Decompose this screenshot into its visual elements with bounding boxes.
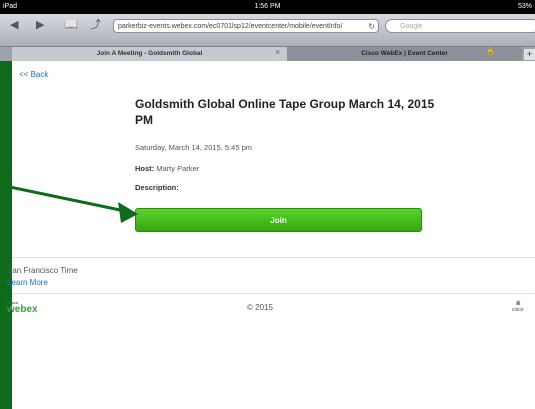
- timezone-text: San Francisco Time: [7, 266, 78, 275]
- host-line: Host: Marty Parker: [135, 164, 199, 173]
- webex-brand: webex: [7, 304, 38, 315]
- browser-toolbar: ◀ ▶ 📖 ⤴ parkerbiz-events.webex.com/ec070…: [0, 14, 535, 47]
- add-tab-icon[interactable]: +: [524, 49, 535, 60]
- url-text: parkerbiz-events.webex.com/ec0701lsp12/e…: [118, 23, 343, 30]
- webex-logo: Cisco webex: [7, 301, 38, 315]
- bookmarks-icon[interactable]: 📖: [64, 20, 78, 31]
- tab-label: Cisco WebEx | Event Center: [361, 50, 448, 57]
- cisco-brand: cisco: [512, 307, 524, 313]
- divider: [12, 257, 535, 258]
- event-date: Saturday, March 14, 2015, 5:45 pm: [135, 143, 253, 152]
- divider: [12, 293, 535, 294]
- host-name: Marty Parker: [156, 164, 200, 173]
- search-input[interactable]: Google: [385, 19, 535, 33]
- reload-icon[interactable]: ↻: [368, 20, 375, 32]
- tab-bar: Join A Meeting - Goldsmith Global × Cisc…: [0, 47, 535, 61]
- back-arrow-icon[interactable]: ◀: [10, 20, 18, 31]
- share-icon[interactable]: ⤴: [90, 20, 101, 31]
- copyright: © 2015: [247, 303, 273, 312]
- back-link[interactable]: << Back: [19, 70, 48, 79]
- join-button[interactable]: Join: [135, 208, 422, 232]
- event-title: Goldsmith Global Online Tape Group March…: [135, 97, 435, 127]
- tab-join-meeting[interactable]: Join A Meeting - Goldsmith Global: [12, 47, 287, 61]
- status-time: 1:56 PM: [254, 3, 281, 10]
- forward-arrow-icon[interactable]: ▶: [36, 20, 44, 31]
- left-border: [0, 61, 12, 409]
- ipad-screen: iPad 1:56 PM 53% ◀ ▶ 📖 ⤴ parkerbiz-event…: [0, 0, 535, 409]
- url-field[interactable]: parkerbiz-events.webex.com/ec0701lsp12/e…: [113, 19, 379, 33]
- lock-icon: 🔒: [486, 48, 495, 55]
- description-label: Description:: [135, 183, 179, 192]
- cisco-logo: ılıılı cisco: [512, 301, 523, 313]
- page-content: << Back Goldsmith Global Online Tape Gro…: [7, 61, 535, 409]
- close-tab-icon[interactable]: ×: [275, 47, 280, 57]
- host-label: Host:: [135, 164, 155, 173]
- battery-level: 53%: [517, 3, 532, 10]
- status-bar: iPad 1:56 PM 53%: [0, 0, 535, 14]
- learn-more-link[interactable]: Learn More: [7, 278, 48, 287]
- tab-label: Join A Meeting - Goldsmith Global: [96, 50, 203, 57]
